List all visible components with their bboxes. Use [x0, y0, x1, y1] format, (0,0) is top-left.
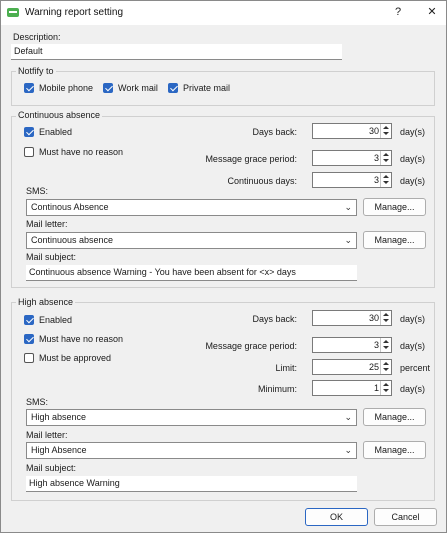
high-sms-value: High absence [31, 412, 87, 422]
continuous-sms-value: Continous Absence [31, 202, 109, 212]
high-days-back-spinner[interactable]: 30 [312, 310, 392, 326]
continuous-days-back-spinner[interactable]: 30 [312, 123, 392, 139]
high-minimum-unit: day(s) [400, 384, 426, 394]
continuous-grace-value: 3 [373, 153, 379, 163]
spinner-arrows-icon[interactable] [380, 338, 391, 352]
continuous-mail-subject-label: Mail subject: [26, 252, 77, 262]
chevron-down-icon: ⌄ [344, 235, 352, 245]
description-label: Description: [13, 32, 61, 42]
continuous-grace-label: Message grace period: [205, 154, 297, 164]
continuous-mail-letter-label: Mail letter: [26, 219, 68, 229]
spinner-arrows-icon[interactable] [380, 360, 391, 374]
continuous-no-reason-checkbox[interactable] [24, 147, 34, 157]
spinner-arrows-icon[interactable] [380, 381, 391, 395]
app-icon [7, 8, 19, 17]
spinner-arrows-icon[interactable] [380, 173, 391, 187]
high-mail-letter-label: Mail letter: [26, 430, 68, 440]
high-mail-subject-label: Mail subject: [26, 463, 77, 473]
chevron-down-icon: ⌄ [344, 412, 352, 422]
high-sms-manage-button[interactable]: Manage... [363, 408, 426, 426]
notify-group-title: Notfify to [16, 66, 56, 76]
high-no-reason-checkbox[interactable] [24, 334, 34, 344]
continuous-group-title: Continuous absence [16, 110, 103, 120]
high-limit-spinner[interactable]: 25 [312, 359, 392, 375]
high-grace-value: 3 [373, 340, 379, 350]
high-enabled-checkbox[interactable] [24, 315, 34, 325]
dialog-window: Warning report setting ? ✕ Description: … [0, 0, 447, 533]
continuous-days-back-label: Days back: [252, 127, 297, 137]
high-days-back-unit: day(s) [400, 314, 426, 324]
spinner-arrows-icon[interactable] [380, 311, 391, 325]
close-button[interactable]: ✕ [424, 4, 440, 20]
high-minimum-spinner[interactable]: 1 [312, 380, 392, 396]
high-mail-letter-select[interactable]: High Absence ⌄ [26, 442, 357, 459]
private-mail-label: Private mail [183, 83, 231, 93]
high-mail-manage-button[interactable]: Manage... [363, 441, 426, 459]
high-mail-letter-value: High Absence [31, 445, 87, 455]
continuous-enabled-label: Enabled [39, 127, 73, 137]
continuous-grace-spinner[interactable]: 3 [312, 150, 392, 166]
high-no-reason-label: Must have no reason [39, 334, 124, 344]
chevron-down-icon: ⌄ [344, 202, 352, 212]
continuous-mail-letter-value: Continuous absence [31, 235, 114, 245]
continuous-no-reason-label: Must have no reason [39, 147, 124, 157]
spinner-arrows-icon[interactable] [380, 124, 391, 138]
continuous-days-value: 3 [373, 175, 379, 185]
high-minimum-label: Minimum: [257, 384, 297, 394]
high-days-back-value: 30 [368, 313, 379, 323]
window-title: Warning report setting [25, 7, 124, 18]
continuous-grace-unit: day(s) [400, 154, 426, 164]
continuous-days-label: Continuous days: [227, 176, 297, 186]
high-enabled-label: Enabled [39, 315, 73, 325]
mobile-phone-checkbox[interactable] [24, 83, 34, 93]
high-grace-spinner[interactable]: 3 [312, 337, 392, 353]
high-limit-unit: percent [400, 363, 431, 373]
continuous-sms-select[interactable]: Continous Absence ⌄ [26, 199, 357, 216]
spinner-arrows-icon[interactable] [380, 151, 391, 165]
continuous-enabled-checkbox[interactable] [24, 127, 34, 137]
high-days-back-label: Days back: [252, 314, 297, 324]
continuous-days-unit: day(s) [400, 176, 426, 186]
work-mail-label: Work mail [118, 83, 158, 93]
high-grace-unit: day(s) [400, 341, 426, 351]
high-approved-label: Must be approved [39, 353, 112, 363]
high-group-title: High absence [16, 297, 76, 307]
cancel-button[interactable]: Cancel [374, 508, 437, 526]
high-sms-select[interactable]: High absence ⌄ [26, 409, 357, 426]
continuous-mail-manage-button[interactable]: Manage... [363, 231, 426, 249]
high-mail-subject-input[interactable]: High absence Warning [26, 476, 357, 492]
continuous-days-back-unit: day(s) [400, 127, 426, 137]
mobile-phone-label: Mobile phone [39, 83, 94, 93]
description-input[interactable]: Default [11, 44, 342, 60]
title-bar: Warning report setting ? ✕ [1, 1, 446, 25]
high-sms-label: SMS: [26, 397, 49, 407]
chevron-down-icon: ⌄ [344, 445, 352, 455]
continuous-mail-subject-input[interactable]: Continuous absence Warning - You have be… [26, 265, 357, 281]
high-limit-value: 25 [368, 362, 379, 372]
continuous-sms-label: SMS: [26, 186, 49, 196]
continuous-days-back-value: 30 [368, 126, 379, 136]
help-button[interactable]: ? [390, 4, 406, 20]
high-grace-label: Message grace period: [205, 341, 297, 351]
continuous-mail-letter-select[interactable]: Continuous absence ⌄ [26, 232, 357, 249]
high-minimum-value: 1 [373, 383, 379, 393]
ok-button[interactable]: OK [305, 508, 368, 526]
high-limit-label: Limit: [275, 363, 297, 373]
continuous-days-spinner[interactable]: 3 [312, 172, 392, 188]
private-mail-checkbox[interactable] [168, 83, 178, 93]
work-mail-checkbox[interactable] [103, 83, 113, 93]
high-approved-checkbox[interactable] [24, 353, 34, 363]
continuous-sms-manage-button[interactable]: Manage... [363, 198, 426, 216]
